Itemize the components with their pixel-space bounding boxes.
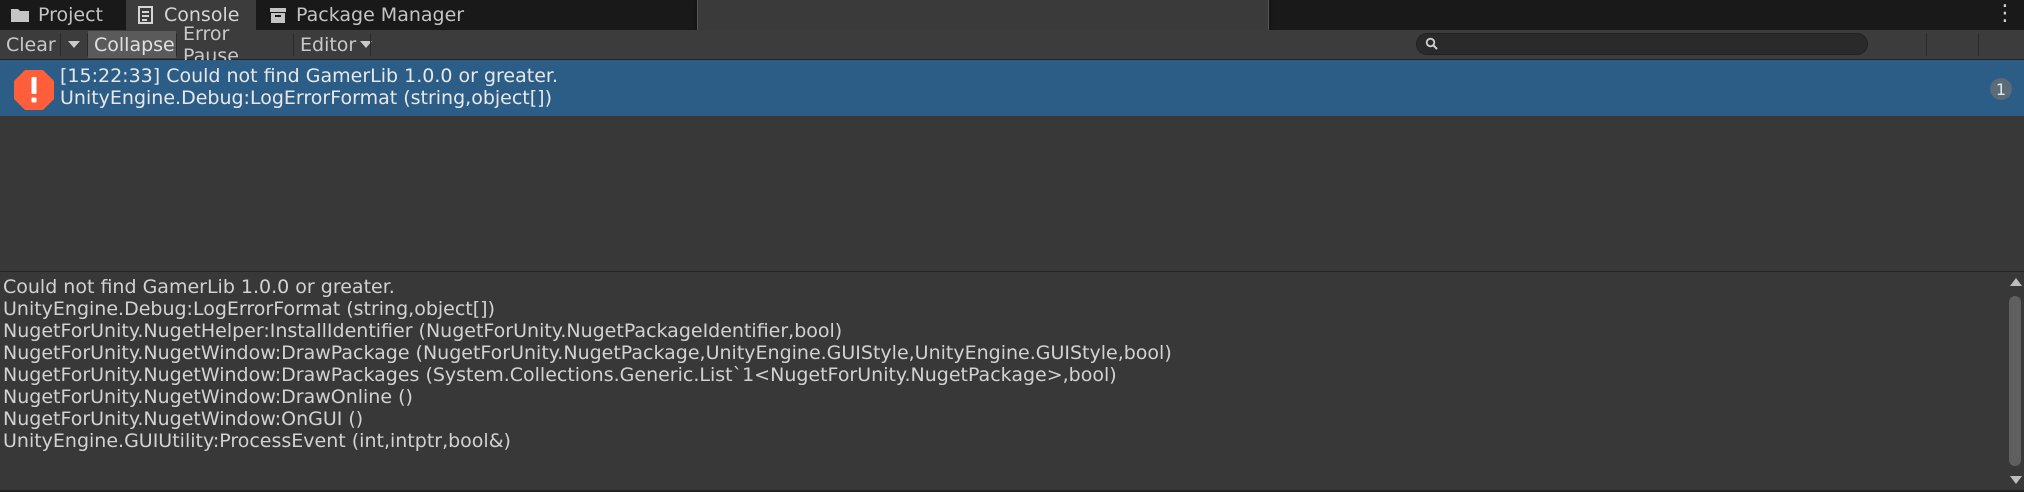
scroll-down-arrow-icon[interactable]: [2010, 476, 2022, 484]
search-icon: [1425, 37, 1438, 50]
toolbar-divider: [370, 33, 371, 56]
clear-button-label: Clear: [6, 33, 56, 56]
editor-dropdown-label: Editor: [300, 33, 357, 56]
error-pause-toggle[interactable]: Error Pause: [177, 23, 293, 67]
error-icon: [14, 70, 54, 110]
editor-dropdown[interactable]: Editor: [294, 31, 373, 58]
tab-project-label: Project: [38, 4, 104, 26]
stack-trace-line[interactable]: NugetForUnity.NugetWindow:OnGUI (): [3, 408, 363, 430]
chevron-down-icon: [68, 41, 80, 48]
scrollbar-thumb[interactable]: [2009, 296, 2021, 466]
stack-trace-line[interactable]: NugetForUnity.NugetHelper:InstallIdentif…: [3, 320, 842, 342]
console-icon: [138, 6, 153, 24]
log-entry-selected[interactable]: [15:22:33] Could not find GamerLib 1.0.0…: [0, 60, 2024, 116]
clear-button[interactable]: Clear: [0, 31, 60, 58]
stack-trace-panel: Could not find GamerLib 1.0.0 or greater…: [0, 272, 2006, 490]
stack-trace-line[interactable]: NugetForUnity.NugetWindow:DrawPackage (N…: [3, 342, 1172, 364]
tab-project[interactable]: Project: [0, 0, 126, 30]
collapse-toggle-label: Collapse: [94, 33, 175, 56]
log-entry-message: [15:22:33] Could not find GamerLib 1.0.0…: [60, 65, 559, 87]
toolbar-divider: [1926, 33, 1927, 56]
scroll-up-arrow-icon[interactable]: [2010, 278, 2022, 286]
tab-package-manager-label: Package Manager: [296, 4, 465, 26]
log-entry-count-badge: 1: [1990, 78, 2012, 100]
clear-options-dropdown[interactable]: [61, 31, 87, 58]
stack-trace-line[interactable]: UnityEngine.Debug:LogErrorFormat (string…: [3, 298, 495, 320]
stack-trace-line[interactable]: UnityEngine.GUIUtility:ProcessEvent (int…: [3, 430, 511, 452]
stack-trace-line[interactable]: Could not find GamerLib 1.0.0 or greater…: [3, 276, 395, 298]
tab-package-manager[interactable]: Package Manager: [258, 0, 478, 30]
more-options-icon[interactable]: ⋮: [1994, 2, 2016, 26]
stack-trace-line[interactable]: NugetForUnity.NugetWindow:DrawPackages (…: [3, 364, 1117, 386]
collapse-toggle[interactable]: Collapse: [88, 31, 176, 58]
search-input[interactable]: [1416, 33, 1868, 55]
stack-trace-line[interactable]: NugetForUnity.NugetWindow:DrawOnline (): [3, 386, 413, 408]
folder-icon: [11, 9, 29, 22]
log-entry-source: UnityEngine.Debug:LogErrorFormat (string…: [60, 87, 552, 109]
toolbar-divider: [1978, 33, 1979, 56]
console-log-list: [15:22:33] Could not find GamerLib 1.0.0…: [0, 60, 2024, 271]
vertical-scrollbar[interactable]: [2006, 272, 2024, 490]
